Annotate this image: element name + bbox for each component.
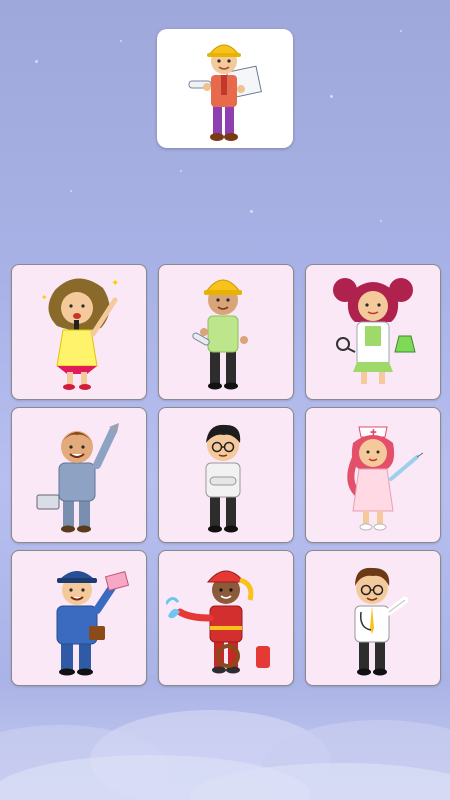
choice-card-mechanic[interactable]: mechanic <box>11 407 147 543</box>
choice-card-firefighter[interactable]: firefighter <box>158 550 294 686</box>
choice-card-postman[interactable]: postman <box>11 550 147 686</box>
scientist-character-icon <box>333 278 416 384</box>
target-character-card: engineer <box>157 29 293 148</box>
firefighter-character-icon <box>166 570 270 674</box>
choice-card-singer[interactable]: singer ✦ ✦ <box>11 264 147 400</box>
mechanic-character-icon <box>36 423 119 533</box>
nurse-character-icon: ✚ <box>347 426 424 531</box>
engineer-character-icon <box>192 279 248 390</box>
choice-grid: singer ✦ ✦ engineer <box>11 264 441 686</box>
choice-card-scientist[interactable]: scientist <box>305 264 441 400</box>
choice-card-doctor[interactable]: doctor <box>305 550 441 686</box>
choice-card-office-worker[interactable]: office-worker <box>158 407 294 543</box>
choice-card-nurse[interactable]: nurse ✚ <box>305 407 441 543</box>
singer-character-icon: ✦ ✦ <box>41 278 119 390</box>
svg-text:✦: ✦ <box>41 293 48 302</box>
svg-text:✦: ✦ <box>111 278 119 289</box>
choice-card-engineer[interactable]: engineer <box>158 264 294 400</box>
engineer-character-icon <box>188 44 262 141</box>
office-worker-character-icon <box>205 424 241 533</box>
doctor-character-icon <box>354 567 409 676</box>
postman-character-icon <box>56 571 130 676</box>
